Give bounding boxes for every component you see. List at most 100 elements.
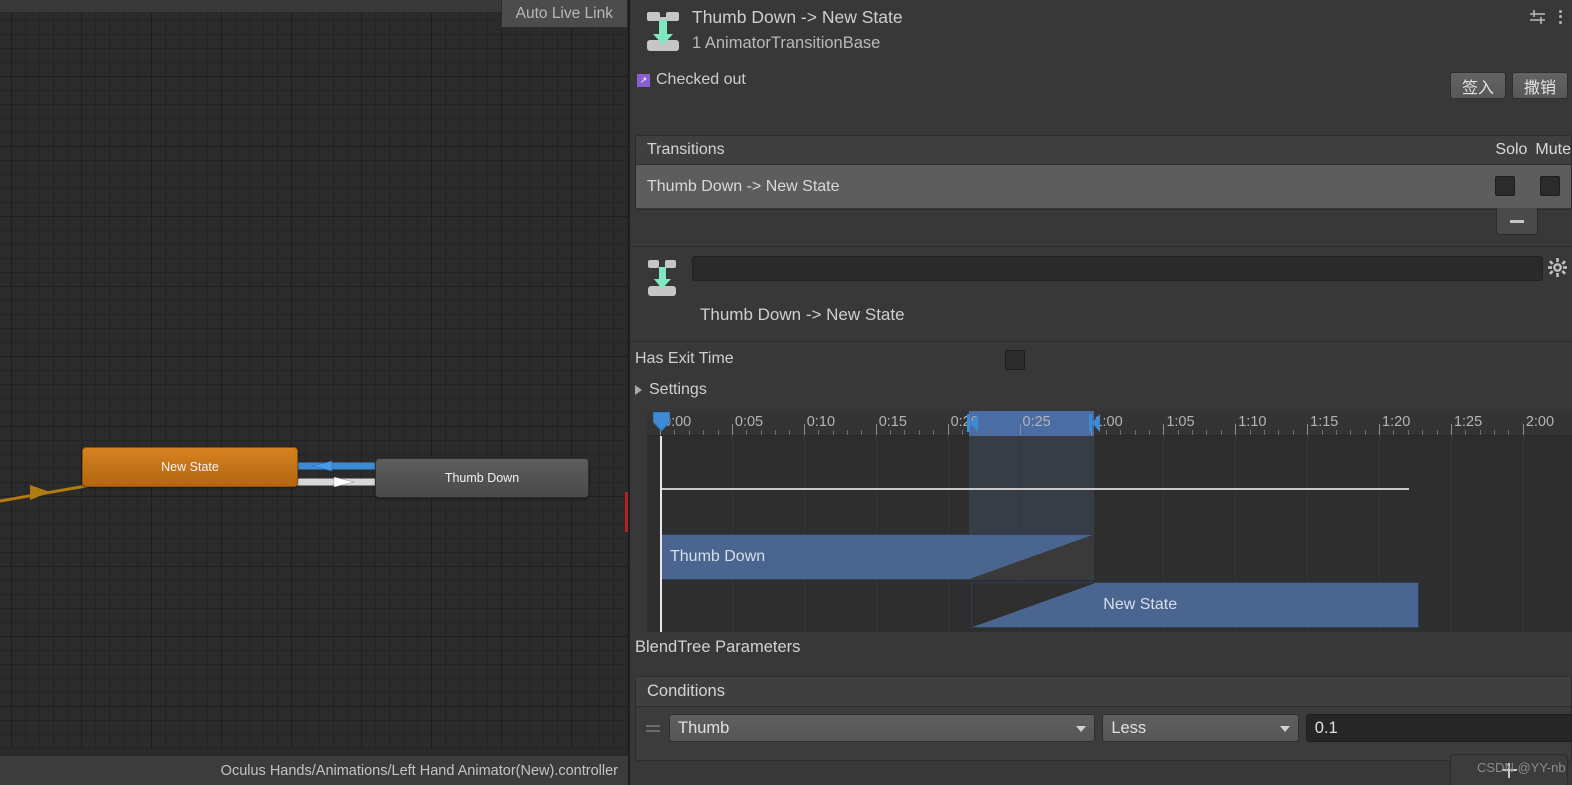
- timeline-tick-label: 2:00: [1525, 414, 1555, 430]
- revert-button[interactable]: 撒销: [1511, 72, 1568, 99]
- timeline-tick-minor: [1422, 430, 1424, 435]
- timeline-tick: [875, 424, 877, 435]
- timeline-tick-minor: [703, 430, 705, 435]
- timeline-tick-minor: [1292, 430, 1294, 435]
- settings-foldout[interactable]: Settings: [635, 381, 707, 399]
- tab-auto-live-link[interactable]: Auto Live Link: [500, 0, 628, 28]
- gear-icon[interactable]: [1548, 258, 1567, 277]
- revert-button-label: 撒销: [1523, 79, 1556, 97]
- animator-graph-panel[interactable]: Auto Live Link New State Thumb Down Ocul…: [0, 0, 628, 785]
- drag-handle-icon[interactable]: [646, 724, 660, 732]
- has-exit-time-row: Has Exit Time: [635, 350, 1572, 372]
- settings-foldout-label: Settings: [649, 381, 707, 398]
- table-row[interactable]: Thumb Down -> New State: [636, 165, 1571, 208]
- anim-state-node-new-state[interactable]: New State: [82, 447, 298, 487]
- transition-edge-thumbdown-to-newstate[interactable]: [296, 461, 378, 471]
- timeline-tick-label: 1:05: [1166, 414, 1195, 430]
- transition-start-marker[interactable]: [967, 414, 979, 432]
- timeline-tick-label: 0:15: [878, 414, 907, 430]
- condition-threshold-input[interactable]: 0.1: [1305, 714, 1572, 742]
- timeline-tick-minor: [1177, 430, 1179, 435]
- timeline-tick-minor: [846, 430, 848, 435]
- has-exit-time-checkbox[interactable]: [1005, 350, 1025, 370]
- has-exit-time-label: Has Exit Time: [635, 350, 734, 367]
- add-condition-button[interactable]: [1450, 754, 1568, 785]
- timeline-tick-label: 1:20: [1382, 414, 1411, 430]
- unity-editor-window: Auto Live Link New State Thumb Down Ocul…: [0, 0, 1572, 785]
- timeline-tick-minor: [789, 430, 791, 435]
- condition-parameter-dropdown[interactable]: Thumb: [669, 714, 1096, 742]
- checkin-button-label: 签入: [1461, 79, 1494, 97]
- timeline-tick-minor: [818, 430, 820, 435]
- timeline-playhead[interactable]: [660, 436, 662, 632]
- timeline-tick-minor: [760, 430, 762, 435]
- checked-out-icon: ↗: [637, 73, 650, 87]
- timeline-tick-label: 1:10: [1238, 414, 1267, 430]
- timeline-tick: [1307, 424, 1309, 435]
- clip-fade-out-region: [969, 535, 1094, 579]
- timeline-clip-thumb-down[interactable]: Thumb Down: [660, 534, 1095, 580]
- minus-icon: [1510, 219, 1524, 223]
- vcs-status-label: Checked out: [656, 71, 746, 88]
- timeline-tick-minor: [1479, 430, 1481, 435]
- graph-footer-breadcrumb: Oculus Hands/Animations/Left Hand Animat…: [0, 755, 628, 785]
- timeline-tick-minor: [890, 430, 892, 435]
- timeline-selection-band: [969, 436, 1095, 546]
- chevron-down-icon: [1279, 726, 1290, 732]
- timeline-tick-minor: [1206, 430, 1208, 435]
- timeline-tick-minor: [1465, 430, 1467, 435]
- mute-checkbox[interactable]: [1540, 176, 1560, 196]
- timeline-tick-minor: [1005, 430, 1007, 435]
- timeline-tick: [1522, 424, 1524, 435]
- transition-name-input[interactable]: [692, 256, 1543, 281]
- kebab-menu-icon[interactable]: [1559, 9, 1562, 24]
- remove-transition-button[interactable]: [1496, 208, 1538, 235]
- anim-state-node-thumb-down[interactable]: Thumb Down: [375, 458, 589, 498]
- timeline-tick-minor: [775, 430, 777, 435]
- timeline-tick-minor: [688, 430, 690, 435]
- controller-path-label: Oculus Hands/Animations/Left Hand Animat…: [220, 762, 618, 779]
- tab-auto-live-link-label: Auto Live Link: [515, 4, 613, 22]
- condition-operator-value: Less: [1111, 718, 1147, 737]
- mute-column-label: Mute: [1535, 141, 1571, 158]
- timeline-tick: [731, 424, 733, 435]
- timeline-tick-minor: [1148, 430, 1150, 435]
- timeline-tick-label: 1:25: [1453, 414, 1483, 430]
- timeline-tick: [1235, 424, 1237, 435]
- chevron-down-icon: [1076, 726, 1087, 732]
- inspector-header: Thumb Down -> New State 1 AnimatorTransi…: [630, 0, 1572, 116]
- graph-grid-background[interactable]: [0, 12, 628, 749]
- vcs-button-group: 签入 撒销: [1449, 72, 1568, 99]
- checked-out-glyph: ↗: [639, 74, 648, 85]
- timeline-ruler[interactable]: 0:00 0:05 0:10 0:15 0:20 0:25 1:00 1:05 1:10 1:15…: [647, 411, 1572, 436]
- transitions-list-box: Transitions Solo Mute Thumb Down -> New …: [635, 135, 1572, 210]
- preset-sliders-icon[interactable]: [1529, 8, 1546, 25]
- timeline-clip-new-state[interactable]: New State: [970, 582, 1420, 628]
- inspector-subtitle: 1 AnimatorTransitionBase: [692, 34, 881, 52]
- transition-curve-line: [660, 488, 1409, 490]
- playhead-handle-icon[interactable]: [653, 412, 670, 431]
- timeline-tick-minor: [1350, 430, 1352, 435]
- header-icon-group: [1529, 8, 1562, 25]
- entry-transition-edge: [0, 483, 92, 503]
- checkin-button[interactable]: 签入: [1449, 72, 1506, 99]
- divider: [630, 341, 1572, 342]
- timeline-tick-minor: [832, 430, 834, 435]
- transition-end-marker[interactable]: [1089, 414, 1101, 432]
- panel-divider[interactable]: [628, 0, 630, 785]
- transition-timeline[interactable]: 0:00 0:05 0:10 0:15 0:20 0:25 1:00 1:05 1:10 1:15…: [647, 411, 1572, 632]
- timeline-tick-minor: [1220, 430, 1222, 435]
- conditions-section-label: Conditions: [647, 682, 725, 700]
- animator-transition-icon: [648, 260, 676, 296]
- transition-edge-newstate-to-thumbdown[interactable]: [296, 477, 378, 487]
- condition-threshold-value: 0.1: [1314, 718, 1338, 737]
- solo-checkbox[interactable]: [1495, 176, 1515, 196]
- timeline-tick-minor: [1264, 430, 1265, 435]
- timeline-tick: [1019, 424, 1021, 435]
- inspector-panel: Thumb Down -> New State 1 AnimatorTransi…: [630, 0, 1572, 785]
- timeline-tick-label: 0:25: [1022, 414, 1051, 430]
- timeline-tick-minor: [746, 430, 748, 435]
- condition-operator-dropdown[interactable]: Less: [1102, 714, 1299, 742]
- conditions-header: Conditions: [636, 677, 1571, 707]
- timeline-body[interactable]: Thumb Down New State: [647, 436, 1572, 632]
